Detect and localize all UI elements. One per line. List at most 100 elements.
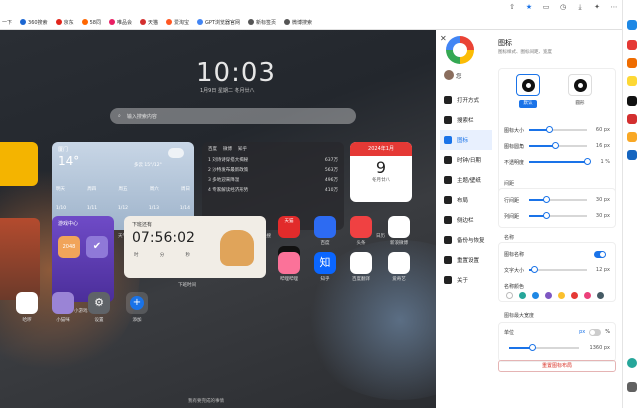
- color-swatch[interactable]: [532, 292, 539, 299]
- color-swatch[interactable]: [584, 292, 591, 299]
- color-swatch[interactable]: [545, 292, 552, 299]
- nav-sidebar[interactable]: 侧边栏: [440, 210, 492, 230]
- app-cat[interactable]: [52, 292, 74, 314]
- slider-track[interactable]: [529, 158, 591, 165]
- slider-knob[interactable]: [546, 126, 554, 133]
- app-weibo[interactable]: [388, 216, 410, 238]
- slider-track[interactable]: [529, 126, 587, 133]
- bookmark-item[interactable]: 一下: [2, 19, 12, 26]
- nav-icons[interactable]: 图标: [440, 130, 492, 150]
- hot-item[interactable]: 2 沙特发布最新政策 563万: [208, 167, 338, 173]
- app-baidu-translate[interactable]: [350, 252, 372, 274]
- image-widget[interactable]: [0, 218, 40, 300]
- tab-icon[interactable]: ▭: [542, 3, 550, 11]
- close-icon[interactable]: ✕: [440, 34, 447, 43]
- slider-track[interactable]: [509, 344, 579, 351]
- bookmark-item[interactable]: 58同: [81, 19, 101, 26]
- hot-item[interactable]: 4 专家解读经济形势 410万: [208, 187, 338, 193]
- sidebar-app-icon[interactable]: [627, 150, 637, 160]
- slider-knob[interactable]: [552, 142, 560, 149]
- hot-item[interactable]: 3 多地迎来降温 496万: [208, 177, 338, 183]
- sidebar-app-icon[interactable]: [627, 132, 637, 142]
- calendar-widget[interactable]: 2024年1月 9 冬月廿八: [350, 142, 412, 202]
- style-default-button[interactable]: 默认: [519, 100, 537, 108]
- color-swatch[interactable]: [597, 292, 604, 299]
- bookmark-item[interactable]: 天猫: [139, 19, 158, 26]
- nav-layout[interactable]: 布局: [440, 190, 492, 210]
- search-bar[interactable]: ⌕ 输入搜索内容: [110, 108, 356, 124]
- share-icon[interactable]: ⇧: [508, 3, 516, 11]
- sidebar-app-icon[interactable]: [627, 76, 637, 86]
- slider-track[interactable]: [529, 196, 587, 203]
- app-toutiao[interactable]: [350, 216, 372, 238]
- add-app-button[interactable]: +: [126, 292, 148, 314]
- bookmark-item[interactable]: 新标签页: [247, 19, 276, 26]
- nav-about[interactable]: 关于: [440, 270, 492, 290]
- reset-layout-button[interactable]: 重置图标布局: [498, 360, 616, 372]
- slider-track[interactable]: [529, 142, 587, 149]
- nav-reset[interactable]: 重置设置: [440, 250, 492, 270]
- slider-row-gap[interactable]: 行间距 30 px: [504, 196, 610, 204]
- star-icon[interactable]: ★: [525, 3, 533, 11]
- hot-item[interactable]: 1 刘诗诗穿搭大揭秘 637万: [208, 157, 338, 163]
- color-swatch[interactable]: [506, 292, 513, 299]
- color-swatch[interactable]: [558, 292, 565, 299]
- countdown-widget[interactable]: 下班还有 07:56:02 时 分 秒: [124, 216, 266, 278]
- unit-toggle[interactable]: [589, 328, 602, 336]
- check-icon[interactable]: ✔: [86, 236, 108, 258]
- hot-tab[interactable]: 知乎: [238, 146, 247, 152]
- slider-knob[interactable]: [543, 212, 551, 219]
- app-iqiyi[interactable]: [388, 252, 410, 274]
- slider-font-size[interactable]: 文字大小 12 px: [504, 266, 610, 274]
- sidebar-app-icon[interactable]: [627, 40, 637, 50]
- app-hello[interactable]: [16, 292, 38, 314]
- nav-search[interactable]: 搜索栏: [440, 110, 492, 130]
- hot-tab[interactable]: 微博: [223, 146, 232, 152]
- assistant-icon[interactable]: [627, 358, 637, 368]
- nav-theme[interactable]: 主题/壁纸: [440, 170, 492, 190]
- nav-open-mode[interactable]: 打开方式: [440, 90, 492, 110]
- app-baidu[interactable]: [314, 216, 336, 238]
- sidebar-app-icon[interactable]: [627, 20, 637, 30]
- slider-col-gap[interactable]: 列间距 30 px: [504, 212, 610, 220]
- color-swatch[interactable]: [571, 292, 578, 299]
- slider-track[interactable]: [529, 266, 587, 273]
- style-circle-option[interactable]: [568, 74, 592, 96]
- sidebar-app-icon[interactable]: [627, 96, 637, 106]
- slider-knob[interactable]: [543, 196, 551, 203]
- app-bilibili[interactable]: [278, 252, 300, 274]
- slider-knob[interactable]: [529, 344, 537, 351]
- avatar[interactable]: [444, 70, 454, 80]
- slider-knob[interactable]: [530, 266, 538, 273]
- unit-px[interactable]: px: [579, 329, 585, 335]
- partial-widget[interactable]: [0, 142, 38, 186]
- extensions-icon[interactable]: ✦: [593, 3, 601, 11]
- download-icon[interactable]: ⤓: [576, 3, 584, 11]
- app-zhihu[interactable]: 知: [314, 252, 336, 274]
- game-tile[interactable]: 2048: [58, 236, 80, 258]
- show-name-toggle[interactable]: [594, 251, 606, 258]
- nav-backup[interactable]: 备份与恢复: [440, 230, 492, 250]
- bookmark-item[interactable]: 爱淘宝: [165, 19, 189, 26]
- sidebar-app-icon[interactable]: [627, 58, 637, 68]
- slider-max-width[interactable]: 1360 px: [504, 344, 610, 352]
- style-default-option[interactable]: [516, 74, 540, 96]
- menu-icon[interactable]: ⋯: [610, 3, 618, 11]
- history-icon[interactable]: ◷: [559, 3, 567, 11]
- bookmark-item[interactable]: 微博搜索: [283, 19, 312, 26]
- slider-track[interactable]: [529, 212, 587, 219]
- sidebar-toggle-icon[interactable]: [627, 382, 637, 392]
- unit-percent[interactable]: %: [605, 329, 610, 335]
- bookmark-item[interactable]: 京东: [55, 19, 74, 26]
- style-circle-button[interactable]: 圆形: [571, 100, 589, 108]
- slider-knob[interactable]: [584, 158, 591, 165]
- sidebar-app-icon[interactable]: [627, 114, 637, 124]
- bookmark-item[interactable]: 唯品会: [108, 19, 132, 26]
- hot-tab[interactable]: 百度: [208, 146, 217, 152]
- settings-app[interactable]: ⚙: [88, 292, 110, 314]
- bookmark-item[interactable]: GPT浏览器官网: [197, 19, 240, 26]
- bookmark-item[interactable]: 360搜索: [20, 19, 48, 26]
- slider-opacity[interactable]: 不透明度 1 %: [504, 158, 610, 166]
- game-widget[interactable]: 游戏中心 2048 ✔: [52, 216, 114, 302]
- nav-clock[interactable]: 时钟/日期: [440, 150, 492, 170]
